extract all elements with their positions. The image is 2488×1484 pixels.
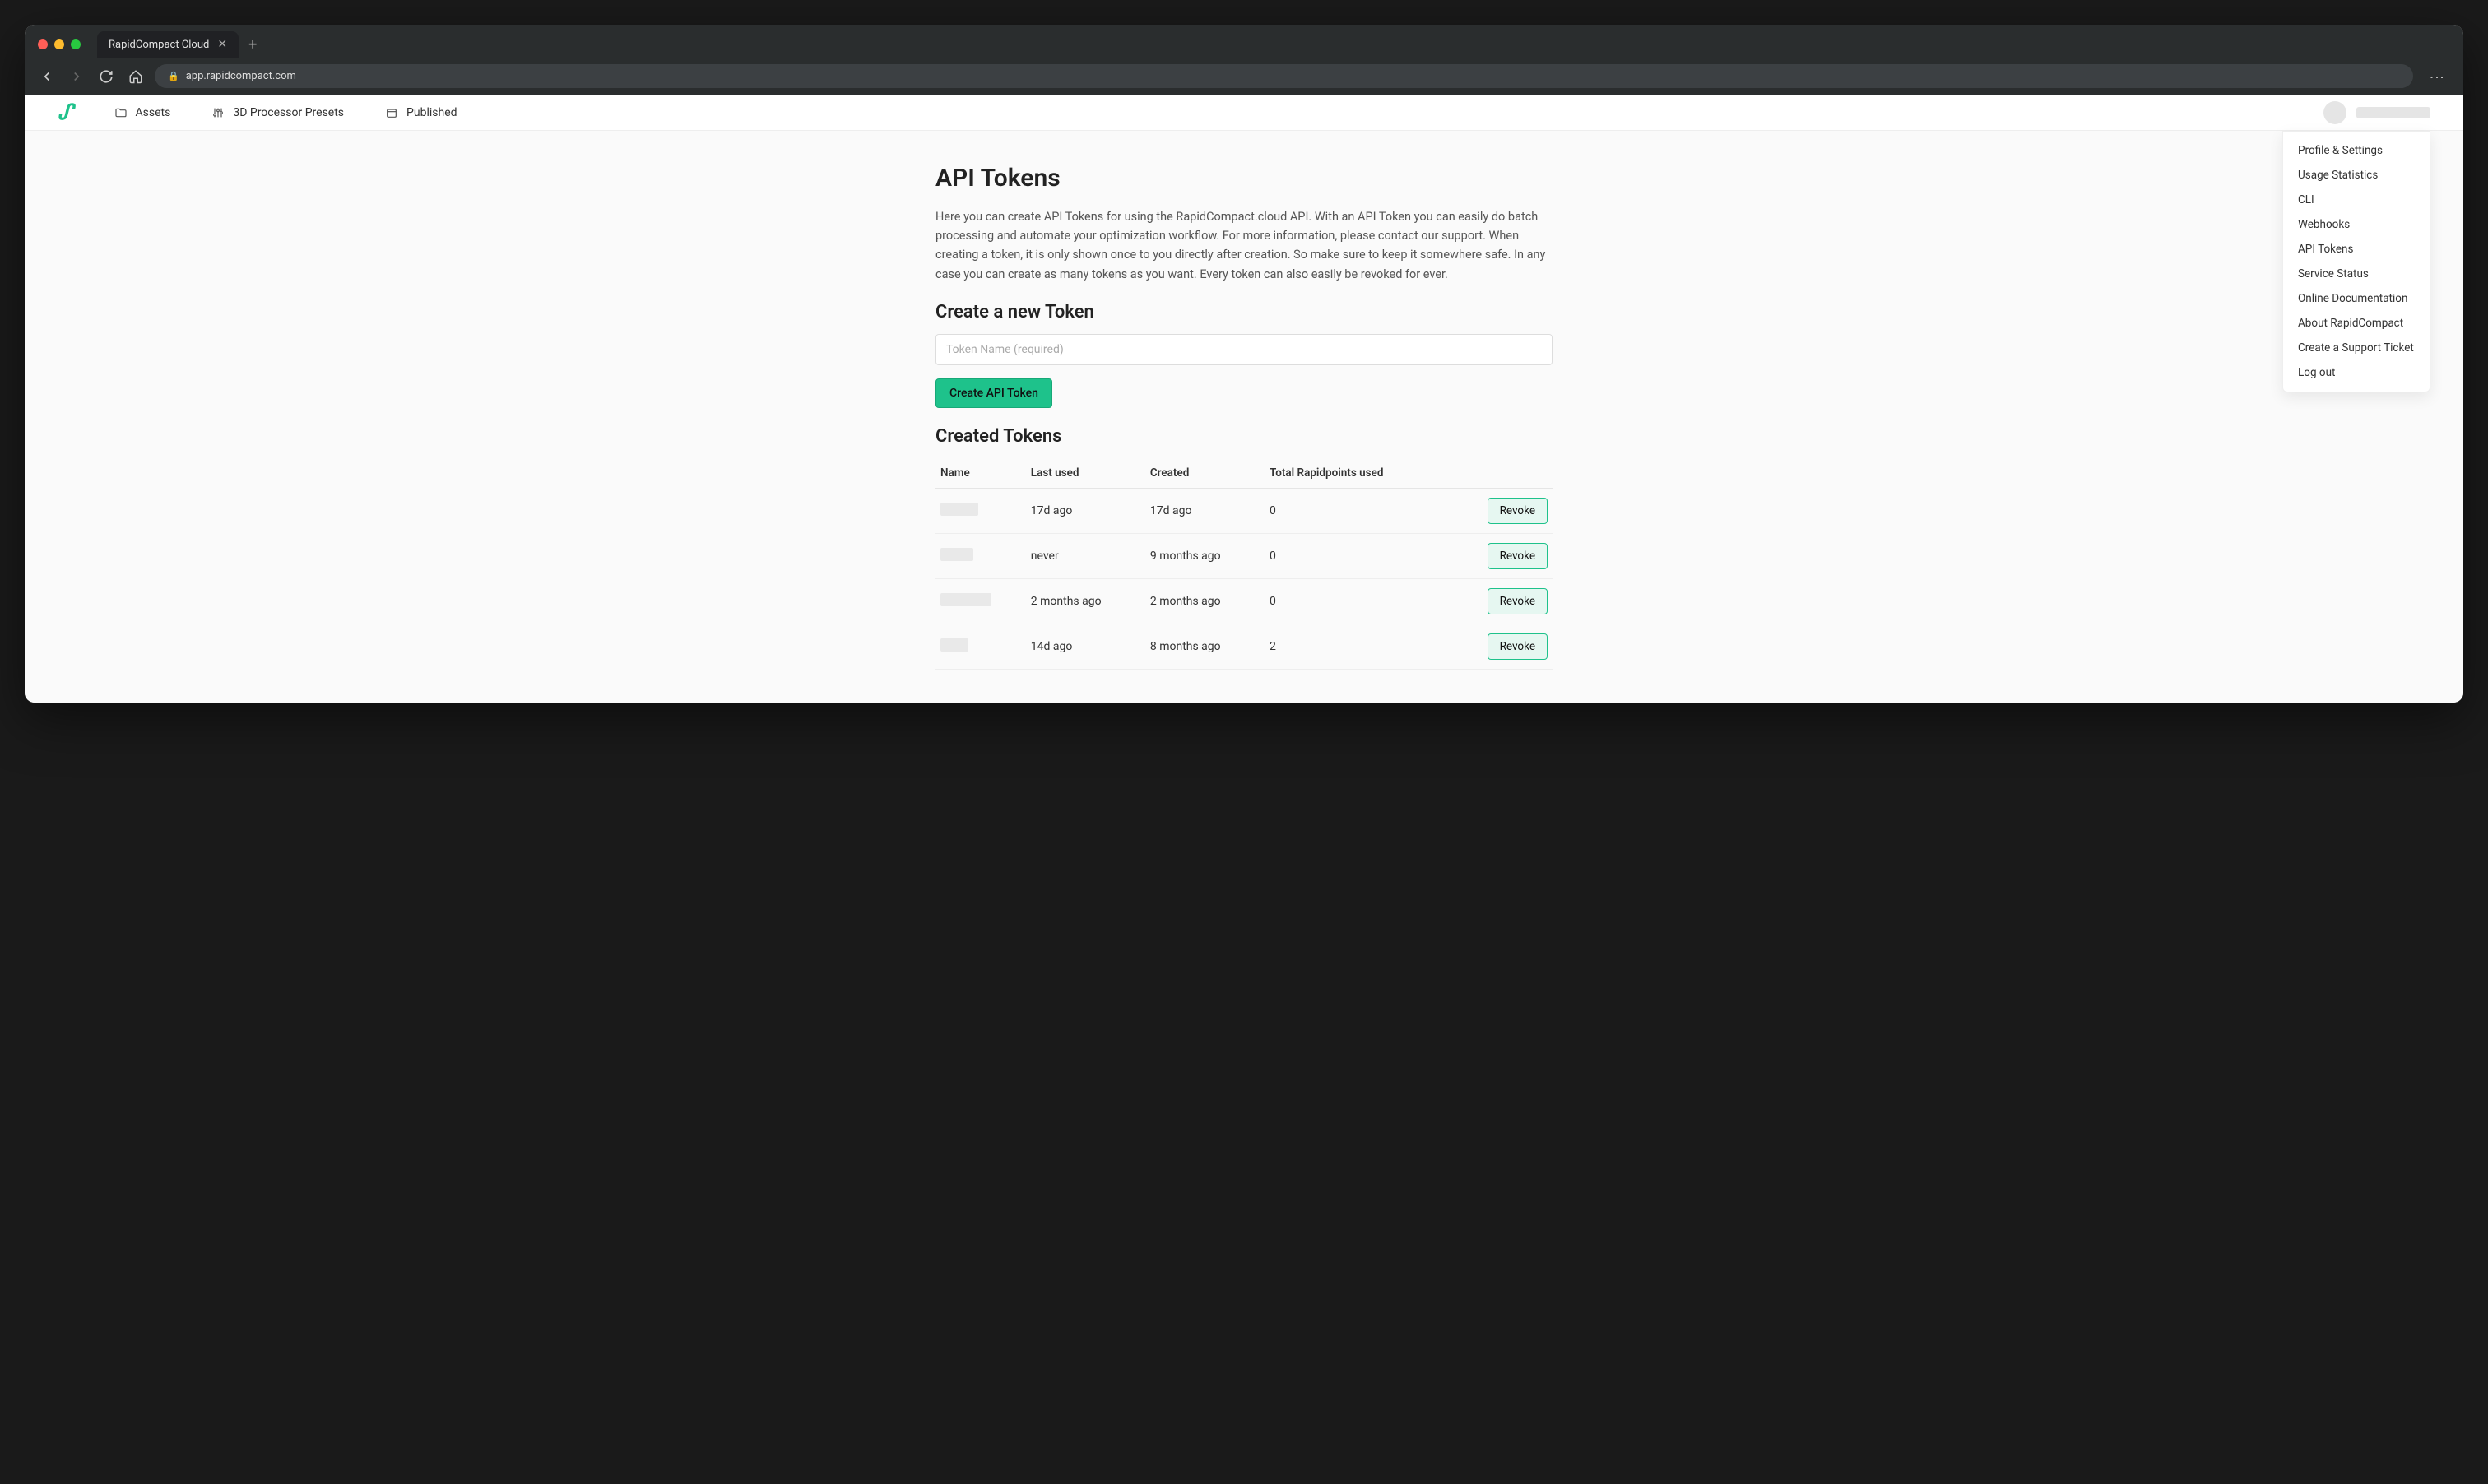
cell-last-used: 2 months ago — [1026, 578, 1145, 624]
folder-icon — [114, 106, 128, 119]
box-icon — [385, 106, 398, 119]
cell-points: 0 — [1265, 533, 1448, 578]
table-row: 2 months ago2 months ago0Revoke — [935, 578, 1553, 624]
table-row: 17d ago17d ago0Revoke — [935, 488, 1553, 533]
token-name-redacted — [940, 503, 978, 516]
app-body: ᔑ Assets 3D Processor Presets Published … — [25, 95, 2463, 703]
dropdown-item[interactable]: Service Status — [2283, 262, 2430, 286]
table-row: 14d ago8 months ago2 Revoke — [935, 624, 1553, 669]
nav-assets-label: Assets — [136, 106, 171, 119]
cell-created: 8 months ago — [1145, 624, 1265, 669]
page-description: Here you can create API Tokens for using… — [935, 207, 1553, 284]
revoke-button[interactable]: Revoke — [1488, 543, 1548, 569]
dropdown-item[interactable]: Usage Statistics — [2283, 163, 2430, 188]
dropdown-item[interactable]: Create a Support Ticket — [2283, 336, 2430, 360]
close-window-button[interactable] — [38, 39, 48, 49]
nav-assets[interactable]: Assets — [114, 106, 171, 119]
token-name-input[interactable] — [935, 334, 1553, 365]
forward-button[interactable] — [66, 66, 87, 87]
app-topbar: ᔑ Assets 3D Processor Presets Published — [25, 95, 2463, 131]
lock-icon: 🔒 — [168, 71, 179, 81]
sliders-icon — [211, 106, 225, 119]
home-button[interactable] — [125, 66, 146, 87]
dropdown-item[interactable]: Log out — [2283, 360, 2430, 385]
table-row: never9 months ago0 Revoke — [935, 533, 1553, 578]
dropdown-item[interactable]: Profile & Settings — [2283, 138, 2430, 163]
minimize-window-button[interactable] — [54, 39, 64, 49]
new-tab-button[interactable]: + — [248, 36, 257, 53]
browser-menu-button[interactable]: ⋮ — [2421, 70, 2452, 83]
reload-button[interactable] — [95, 66, 117, 87]
back-button[interactable] — [36, 66, 58, 87]
nav-presets-label: 3D Processor Presets — [233, 106, 344, 119]
cell-created: 2 months ago — [1145, 578, 1265, 624]
th-points: Total Rapidpoints used — [1265, 458, 1448, 489]
logo[interactable]: ᔑ — [58, 100, 73, 125]
tokens-table: Name Last used Created Total Rapidpoints… — [935, 458, 1553, 670]
page-title: API Tokens — [935, 164, 1553, 192]
tab-bar: RapidCompact Cloud ✕ + — [25, 25, 2463, 58]
token-name-redacted — [940, 638, 968, 652]
dropdown-item[interactable]: API Tokens — [2283, 237, 2430, 262]
dropdown-item[interactable]: CLI — [2283, 188, 2430, 212]
th-last-used: Last used — [1026, 458, 1145, 489]
list-heading: Created Tokens — [935, 426, 1553, 447]
cell-points: 0 — [1265, 578, 1448, 624]
tab-title: RapidCompact Cloud — [109, 39, 209, 51]
dropdown-item[interactable]: About RapidCompact — [2283, 311, 2430, 336]
token-name-redacted — [940, 593, 991, 606]
cell-created: 17d ago — [1145, 488, 1265, 533]
dropdown-item[interactable]: Online Documentation — [2283, 286, 2430, 311]
nav-presets[interactable]: 3D Processor Presets — [211, 106, 344, 119]
th-created: Created — [1145, 458, 1265, 489]
window-controls — [38, 39, 81, 49]
revoke-button[interactable]: Revoke — [1488, 588, 1548, 614]
cell-points: 0 — [1265, 488, 1448, 533]
user-dropdown: Profile & SettingsUsage StatisticsCLIWeb… — [2282, 131, 2430, 392]
browser-tab[interactable]: RapidCompact Cloud ✕ — [97, 31, 239, 58]
close-tab-icon[interactable]: ✕ — [217, 38, 227, 51]
cell-created: 9 months ago — [1145, 533, 1265, 578]
browser-window: RapidCompact Cloud ✕ + 🔒 app.rapidcompac… — [25, 25, 2463, 703]
cell-points: 2 — [1265, 624, 1448, 669]
nav-published-label: Published — [406, 106, 457, 119]
maximize-window-button[interactable] — [71, 39, 81, 49]
main-content: API Tokens Here you can create API Token… — [919, 131, 1569, 703]
th-name: Name — [935, 458, 1026, 489]
url-text: app.rapidcompact.com — [186, 70, 296, 82]
create-heading: Create a new Token — [935, 302, 1553, 322]
create-token-button[interactable]: Create API Token — [935, 378, 1052, 408]
dropdown-item[interactable]: Webhooks — [2283, 212, 2430, 237]
nav-published[interactable]: Published — [385, 106, 457, 119]
avatar[interactable] — [2323, 101, 2346, 124]
cell-last-used: 14d ago — [1026, 624, 1145, 669]
address-bar[interactable]: 🔒 app.rapidcompact.com — [155, 64, 2413, 88]
revoke-button[interactable]: Revoke — [1488, 498, 1548, 524]
token-name-redacted — [940, 548, 973, 561]
cell-last-used: 17d ago — [1026, 488, 1145, 533]
browser-chrome: RapidCompact Cloud ✕ + 🔒 app.rapidcompac… — [25, 25, 2463, 95]
cell-last-used: never — [1026, 533, 1145, 578]
url-bar: 🔒 app.rapidcompact.com ⋮ — [25, 58, 2463, 95]
revoke-button[interactable]: Revoke — [1488, 633, 1548, 660]
user-name-redacted — [2356, 107, 2430, 118]
